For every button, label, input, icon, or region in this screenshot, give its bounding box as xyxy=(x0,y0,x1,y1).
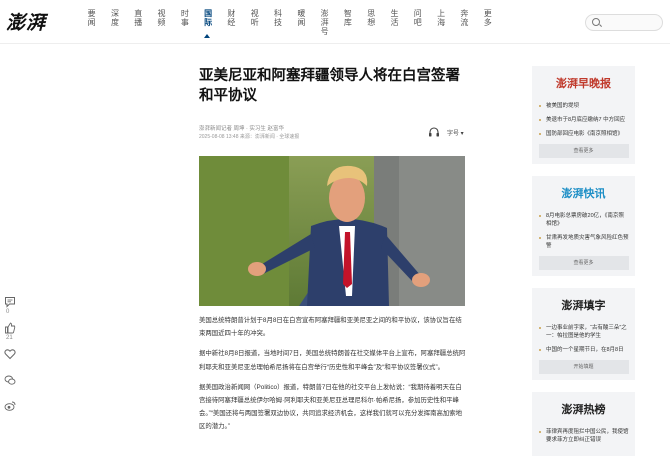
right-sidebar: 澎湃早晚报被美国的堤坝 美退市于8月底应缴纳7 中方回应 国防部回应电影《南京照相馆… xyxy=(532,66,635,456)
card-logo[interactable]: 澎湃热榜 xyxy=(538,398,629,422)
nav-item[interactable]: 奔流 xyxy=(453,9,476,39)
share-weibo-icon xyxy=(4,401,16,415)
view-more-button[interactable]: 开始填题 xyxy=(538,360,629,374)
favorite-icon xyxy=(4,349,16,363)
sidebar-card: 澎湃热榜菲律宾再度阻拦中国公民，我使馆要求菲方立即纠正错误 xyxy=(532,392,635,456)
article-source: 澎湃新闻记者 周坤 · 实习生 赵富华 xyxy=(199,126,284,132)
card-list: 8月电影总票房破20亿，《南京照相馆》 甘肃再发地质灾害气象风险红色预警 xyxy=(538,212,629,250)
floating-toolbar: 0 21 xyxy=(2,296,18,426)
nav-item[interactable]: 智库 xyxy=(336,9,359,39)
list-item[interactable]: 国防部回应电影《南京照相馆》 xyxy=(538,130,629,138)
card-list: 菲律宾再度阻拦中国公民，我使馆要求菲方立即纠正错误 xyxy=(538,428,629,444)
comment-count: 0 xyxy=(6,309,10,315)
site-logo[interactable]: 澎湃 xyxy=(6,8,50,34)
headphones-icon[interactable] xyxy=(428,127,440,137)
nav-item[interactable]: 要闻 xyxy=(80,9,103,39)
share-wechat-icon xyxy=(4,375,16,389)
photo-illustration xyxy=(199,156,465,306)
card-logo[interactable]: 澎湃早晚报 xyxy=(538,72,629,96)
view-more-button[interactable]: 查看更多 xyxy=(538,144,629,158)
list-item[interactable]: 一边事业前字家，“古有酸三朵”之一：帕拉图是他的学生 xyxy=(538,324,629,340)
list-item[interactable]: 中国的一个星期节日，在8月8日 xyxy=(538,346,629,354)
nav-item[interactable]: 上海 xyxy=(429,9,452,39)
nav-item[interactable]: 视听 xyxy=(243,9,266,39)
article-body: 美国总统特朗普计划于8月8日在白宫宣布阿塞拜疆和亚美尼亚之间的和平协议，该协议旨… xyxy=(199,314,467,434)
search-icon[interactable] xyxy=(592,18,600,26)
nav-item[interactable]: 暖闻 xyxy=(290,9,313,39)
nav-item[interactable]: 问吧 xyxy=(406,9,429,39)
list-item[interactable]: 美退市于8月底应缴纳7 中方回应 xyxy=(538,116,629,124)
nav-item[interactable]: 国际 xyxy=(196,9,219,39)
card-logo[interactable]: 澎湃快讯 xyxy=(538,182,629,206)
sidebar-card: 澎湃填字一边事业前字家，“古有酸三朵”之一：帕拉图是他的学生中国的一个星期节日，… xyxy=(532,288,635,380)
share-weibo-button[interactable] xyxy=(2,400,18,422)
font-size-label: 字号 xyxy=(447,131,460,137)
nav-item[interactable]: 直播 xyxy=(127,9,150,39)
list-item[interactable]: 菲律宾再度阻拦中国公民，我使馆要求菲方立即纠正错误 xyxy=(538,428,629,444)
nav-item[interactable]: 澎湃号 xyxy=(313,9,336,39)
article-photo xyxy=(199,156,465,306)
nav-item[interactable]: 深度 xyxy=(103,9,126,39)
article-title: 亚美尼亚和阿塞拜疆领导人将在白宫签署和平协议 xyxy=(199,68,460,104)
chevron-down-icon: ▾ xyxy=(459,131,464,137)
article-paragraph: 据美国政治新闻网（Politico）报道，特朗普7日在他的社交平台上发帖说：“我… xyxy=(199,383,463,431)
comment-button[interactable]: 0 xyxy=(2,296,18,318)
nav-item[interactable]: 视频 xyxy=(150,9,173,39)
card-list: 一边事业前字家，“古有酸三朵”之一：帕拉图是他的学生中国的一个星期节日，在8月8… xyxy=(538,324,629,354)
like-count: 21 xyxy=(6,335,13,341)
top-navigation-bar: 澎湃 要闻 深度 直播 视频 时事 国际 财经 视听 科技 暖闻 澎湃号 智库 思想 生活 问吧 上海 奔流 更多 xyxy=(0,0,670,44)
nav-item[interactable]: 生活 xyxy=(383,9,406,39)
nav-item[interactable]: 思想 xyxy=(360,9,383,39)
view-more-button[interactable]: 查看更多 xyxy=(538,256,629,270)
channel-nav: 要闻 深度 直播 视频 时事 国际 财经 视听 科技 暖闻 澎湃号 智库 思想 生活 问吧 上海 奔流 更多 xyxy=(80,9,499,39)
search-box[interactable] xyxy=(585,14,663,31)
list-item[interactable]: 8月电影总票房破20亿，《南京照相馆》 xyxy=(538,212,629,228)
list-item[interactable]: 甘肃再发地质灾害气象风险红色预警 xyxy=(538,234,629,250)
article: 亚美尼亚和阿塞拜疆领导人将在白宫签署和平协议 澎湃新闻记者 周坤 · 实习生 赵… xyxy=(199,66,467,441)
article-paragraph: 美国总统特朗普计划于8月8日在白宫宣布阿塞拜疆和亚美尼亚之间的和平协议，该协议旨… xyxy=(199,317,462,338)
nav-item[interactable]: 财经 xyxy=(220,9,243,39)
sidebar-card: 澎湃早晚报被美国的堤坝 美退市于8月底应缴纳7 中方回应 国防部回应电影《南京照相馆… xyxy=(532,66,635,164)
article-paragraph: 据中新社8月8日报道，当地时间7日，美国总统特朗普在社交媒体平台上宣布，阿塞拜疆… xyxy=(199,350,466,371)
share-wechat-button[interactable] xyxy=(2,374,18,396)
nav-item[interactable]: 更多 xyxy=(476,9,499,39)
card-logo[interactable]: 澎湃填字 xyxy=(538,294,629,318)
article-meta: 澎湃新闻记者 周坤 · 实习生 赵富华 2025-08-08 13:48 来源：… xyxy=(199,126,467,148)
favorite-button[interactable] xyxy=(2,348,18,370)
page: 澎湃 要闻 深度 直播 视频 时事 国际 财经 视听 科技 暖闻 澎湃号 智库 思想 生活 问吧 上海 奔流 更多… xyxy=(0,0,670,456)
article-time: 2025-08-08 13:48 来源：澎湃新闻 · 全球速报 xyxy=(199,134,300,140)
font-size-button[interactable]: 字号 ▾ xyxy=(447,128,464,137)
list-item[interactable]: 被美国的堤坝 xyxy=(538,102,629,110)
card-list: 被美国的堤坝 美退市于8月底应缴纳7 中方回应 国防部回应电影《南京照相馆》 xyxy=(538,102,629,138)
nav-item[interactable]: 时事 xyxy=(173,9,196,39)
nav-item[interactable]: 科技 xyxy=(266,9,289,39)
like-button[interactable]: 21 xyxy=(2,322,18,344)
sidebar-card: 澎湃快讯 8月电影总票房破20亿，《南京照相馆》 甘肃再发地质灾害气象风险红色预警查… xyxy=(532,176,635,276)
